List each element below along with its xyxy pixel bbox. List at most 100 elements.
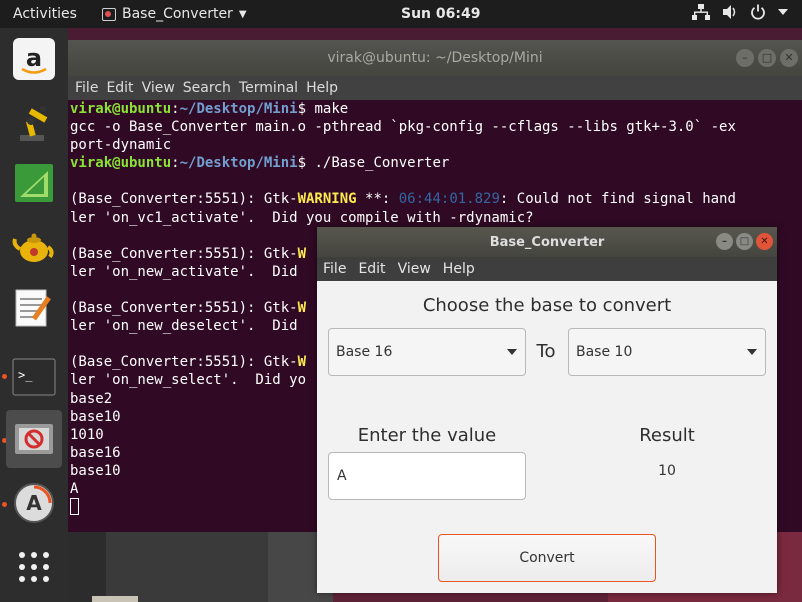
volume-icon — [722, 4, 738, 20]
warning-prefix: (Base_Converter:5551): Gtk- — [70, 191, 298, 208]
terminal-menubar: File Edit View Search Terminal Help — [68, 76, 802, 100]
warning-prefix: (Base_Converter:5551): Gtk- — [70, 354, 298, 371]
app-title: Base_Converter — [489, 234, 605, 250]
text-editor-icon — [15, 289, 51, 327]
system-tray[interactable] — [692, 4, 788, 20]
amazon-icon: a — [13, 38, 55, 80]
terminal-menu-view[interactable]: View — [142, 80, 175, 96]
software-updater-icon: A — [14, 483, 54, 523]
warning-prefix: (Base_Converter:5551): Gtk- — [70, 245, 298, 262]
warning-timestamp: 06:44:01.829 — [398, 191, 500, 208]
app-close-button[interactable]: ✕ — [756, 233, 773, 250]
from-base-dropdown[interactable]: Base 16 — [328, 328, 526, 376]
dock-base-converter[interactable] — [6, 410, 62, 468]
output-line: ler 'on_vc1_activate'. Did you compile w… — [70, 209, 534, 226]
robot-arm-icon — [20, 106, 48, 141]
warning-word: W — [297, 245, 307, 262]
svg-text:a: a — [26, 44, 42, 72]
prompt-path: ~/Desktop/Mini — [179, 155, 298, 172]
prohibited-window-icon — [15, 424, 53, 454]
result-label: Result — [639, 425, 695, 446]
power-icon — [750, 4, 766, 20]
convert-button[interactable]: Convert — [438, 534, 656, 582]
app-window-controls: – □ ✕ — [716, 233, 773, 250]
app-menu-button[interactable]: Base_Converter ▼ — [102, 6, 247, 22]
activities-button[interactable]: Activities — [13, 6, 77, 22]
app-menu-label: Base_Converter — [122, 6, 233, 22]
dock: a >_ A — [0, 28, 68, 602]
to-label: To — [536, 341, 556, 362]
output-line: ler 'on_new_activate'. Did — [70, 263, 298, 280]
clock[interactable]: Sun 06:49 — [401, 6, 480, 22]
terminal-title: virak@ubuntu: ~/Desktop/Mini — [327, 50, 543, 66]
close-button[interactable]: ✕ — [780, 49, 798, 67]
terminal-menu-terminal[interactable]: Terminal — [239, 80, 298, 96]
dock-ruler-app[interactable] — [6, 154, 62, 212]
dock-amazon[interactable]: a — [6, 30, 62, 88]
app-window-icon — [102, 7, 116, 21]
terminal-cursor — [70, 498, 79, 516]
output-line: ler 'on_new_select'. Did yo — [70, 372, 307, 389]
app-titlebar[interactable]: Base_Converter – □ ✕ — [317, 227, 777, 257]
apps-grid-icon — [19, 552, 49, 582]
output-line: base10 — [70, 408, 121, 425]
warning-word: WARNING — [297, 191, 357, 208]
app-content: Choose the base to convert Base 16 To Ba… — [317, 281, 777, 593]
output-line: 1010 — [70, 426, 104, 443]
chevron-down-icon — [778, 8, 788, 16]
dock-teapot[interactable] — [6, 216, 62, 274]
svg-text:>_: >_ — [18, 368, 33, 382]
command-make: make — [314, 101, 349, 117]
output-line: base10 — [70, 462, 121, 479]
from-base-value: Base 16 — [336, 344, 393, 360]
terminal-menu-search[interactable]: Search — [183, 80, 231, 96]
terminal-icon: >_ — [12, 358, 56, 396]
show-applications-button[interactable] — [6, 538, 62, 596]
app-menu-edit[interactable]: Edit — [358, 261, 385, 277]
network-icon — [692, 4, 710, 20]
svg-text:A: A — [26, 491, 42, 515]
output-line: ler 'on_new_deselect'. Did — [70, 318, 298, 335]
enter-value-label: Enter the value — [357, 425, 497, 446]
command-run: ./Base_Converter — [314, 155, 450, 172]
prompt-user: virak@ubuntu — [70, 101, 172, 117]
terminal-menu-file[interactable]: File — [75, 80, 98, 96]
dock-robot-arm[interactable] — [6, 92, 62, 150]
terminal-menu-edit[interactable]: Edit — [106, 80, 133, 96]
output-line: port-dynamic — [70, 137, 172, 154]
maximize-button[interactable]: □ — [758, 49, 776, 67]
prompt-path: ~/Desktop/Mini — [179, 101, 298, 117]
ruler-icon — [15, 164, 53, 202]
top-bar: Activities Base_Converter ▼ Sun 06:49 — [0, 0, 802, 28]
dock-software-updater[interactable]: A — [6, 474, 62, 532]
app-menu-file[interactable]: File — [323, 261, 346, 277]
app-minimize-button[interactable]: – — [716, 233, 733, 250]
terminal-titlebar[interactable]: virak@ubuntu: ~/Desktop/Mini – □ ✕ — [68, 40, 802, 76]
value-input[interactable] — [328, 452, 526, 500]
base-converter-window: Base_Converter – □ ✕ File Edit View Help… — [317, 227, 777, 593]
result-value: 10 — [658, 463, 676, 479]
output-line: base2 — [70, 390, 113, 407]
caret-down-icon: ▼ — [238, 8, 247, 20]
warning-message: : Could not find signal hand — [499, 191, 736, 208]
prompt-user: virak@ubuntu — [70, 155, 172, 172]
minimize-button[interactable]: – — [736, 49, 754, 67]
app-maximize-button[interactable]: □ — [736, 233, 753, 250]
convert-heading: Choose the base to convert — [422, 295, 672, 316]
to-base-dropdown[interactable]: Base 10 — [568, 328, 766, 376]
dock-text-editor[interactable] — [6, 278, 62, 336]
background-window-edge — [92, 596, 138, 602]
warning-prefix: (Base_Converter:5551): Gtk- — [70, 300, 298, 317]
terminal-window-controls: – □ ✕ — [736, 49, 798, 67]
app-menu-view[interactable]: View — [398, 261, 431, 277]
dock-terminal[interactable]: >_ — [6, 348, 62, 406]
warning-word: W — [297, 354, 307, 371]
warning-separator: **: — [356, 191, 399, 208]
app-menu-help[interactable]: Help — [443, 261, 475, 277]
output-line: A — [70, 480, 79, 497]
app-menubar: File Edit View Help — [317, 257, 777, 281]
teapot-icon — [12, 233, 54, 262]
output-line: base16 — [70, 444, 121, 461]
terminal-menu-help[interactable]: Help — [306, 80, 338, 96]
dropdown-arrow-icon — [507, 349, 517, 355]
